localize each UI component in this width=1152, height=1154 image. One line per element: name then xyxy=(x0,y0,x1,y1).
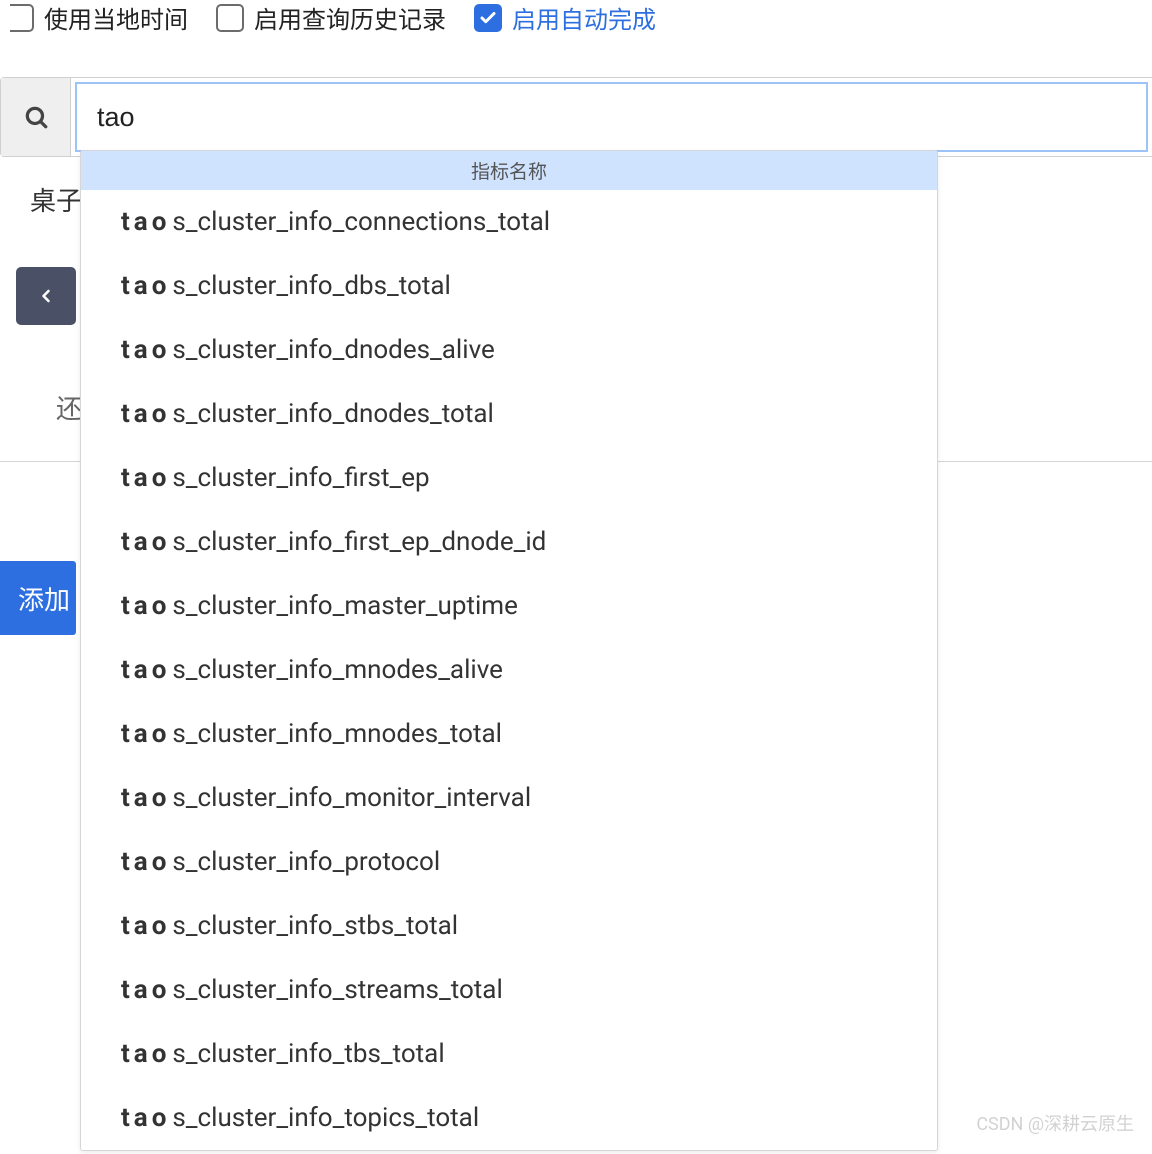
autocomplete-rest: s_cluster_info_protocol xyxy=(172,847,440,877)
autocomplete-item[interactable]: taos_cluster_info_monitor_interval xyxy=(81,766,937,830)
search-input[interactable] xyxy=(75,82,1148,152)
autocomplete-match: tao xyxy=(121,207,170,237)
autocomplete-item[interactable]: taos_cluster_info_stbs_total xyxy=(81,894,937,958)
autocomplete-rest: s_cluster_info_dnodes_alive xyxy=(172,335,494,365)
autocomplete-item[interactable]: taos_cluster_info_first_ep xyxy=(81,446,937,510)
chevron-left-icon xyxy=(36,286,56,306)
checkbox-use-local-time[interactable]: 使用当地时间 xyxy=(10,0,188,35)
autocomplete-item[interactable]: taos_cluster_info_dnodes_alive xyxy=(81,318,937,382)
autocomplete-rest: s_cluster_info_tbs_total xyxy=(172,1039,444,1069)
autocomplete-match: tao xyxy=(121,591,170,621)
autocomplete-rest: s_cluster_info_mnodes_total xyxy=(172,719,502,749)
autocomplete-rest: s_cluster_info_dnodes_total xyxy=(172,399,493,429)
checkbox-label: 使用当地时间 xyxy=(44,0,188,35)
autocomplete-item[interactable]: taos_cluster_info_tbs_total xyxy=(81,1022,937,1086)
autocomplete-item[interactable]: taos_cluster_info_protocol xyxy=(81,830,937,894)
autocomplete-item[interactable]: taos_cluster_info_connections_total xyxy=(81,190,937,254)
checkbox-icon xyxy=(10,4,34,32)
autocomplete-item[interactable]: taos_cluster_info_master_uptime xyxy=(81,574,937,638)
autocomplete-match: tao xyxy=(121,847,170,877)
autocomplete-match: tao xyxy=(121,527,170,557)
autocomplete-item[interactable]: taos_cluster_info_mnodes_total xyxy=(81,702,937,766)
autocomplete-rest: s_cluster_info_monitor_interval xyxy=(172,783,531,813)
autocomplete-item[interactable]: taos_cluster_info_topics_total xyxy=(81,1086,937,1150)
autocomplete-dropdown: 指标名称 taos_cluster_info_connections_total… xyxy=(80,150,938,1151)
underlay-text-fragment: 还 xyxy=(56,389,82,426)
autocomplete-match: tao xyxy=(121,655,170,685)
table-heading-fragment: 桌子 xyxy=(30,181,82,218)
autocomplete-rest: s_cluster_info_topics_total xyxy=(172,1103,479,1133)
search-row xyxy=(0,77,1152,157)
autocomplete-header: 指标名称 xyxy=(81,151,937,190)
checkbox-label: 启用自动完成 xyxy=(512,0,656,35)
search-input-wrap xyxy=(71,78,1152,156)
autocomplete-match: tao xyxy=(121,335,170,365)
autocomplete-rest: s_cluster_info_connections_total xyxy=(172,207,550,237)
autocomplete-rest: s_cluster_info_dbs_total xyxy=(172,271,450,301)
autocomplete-item[interactable]: taos_cluster_info_first_ep_dnode_id xyxy=(81,510,937,574)
autocomplete-match: tao xyxy=(121,399,170,429)
search-button[interactable] xyxy=(1,78,71,156)
search-icon xyxy=(23,104,49,130)
autocomplete-rest: s_cluster_info_first_ep xyxy=(172,463,429,493)
autocomplete-rest: s_cluster_info_stbs_total xyxy=(172,911,458,941)
autocomplete-match: tao xyxy=(121,1039,170,1069)
autocomplete-item[interactable]: taos_cluster_info_mnodes_alive xyxy=(81,638,937,702)
autocomplete-rest: s_cluster_info_streams_total xyxy=(172,975,502,1005)
autocomplete-match: tao xyxy=(121,463,170,493)
autocomplete-match: tao xyxy=(121,271,170,301)
autocomplete-match: tao xyxy=(121,783,170,813)
autocomplete-rest: s_cluster_info_master_uptime xyxy=(172,591,518,621)
autocomplete-match: tao xyxy=(121,975,170,1005)
checkbox-icon xyxy=(216,4,244,32)
options-bar: 使用当地时间 启用查询历史记录 启用自动完成 xyxy=(0,0,1152,41)
autocomplete-match: tao xyxy=(121,911,170,941)
back-button[interactable] xyxy=(16,267,76,325)
checkbox-label: 启用查询历史记录 xyxy=(254,0,446,35)
watermark: CSDN @深耕云原生 xyxy=(976,1110,1134,1136)
autocomplete-item[interactable]: taos_cluster_info_dnodes_total xyxy=(81,382,937,446)
autocomplete-rest: s_cluster_info_first_ep_dnode_id xyxy=(172,527,546,557)
autocomplete-item[interactable]: taos_cluster_info_dbs_total xyxy=(81,254,937,318)
autocomplete-item[interactable]: taos_cluster_info_streams_total xyxy=(81,958,937,1022)
autocomplete-list: taos_cluster_info_connections_totaltaos_… xyxy=(81,190,937,1150)
checkbox-enable-query-history[interactable]: 启用查询历史记录 xyxy=(216,0,446,35)
add-button[interactable]: 添加 xyxy=(0,561,76,635)
add-button-label: 添加 xyxy=(18,580,70,617)
autocomplete-match: tao xyxy=(121,1103,170,1133)
autocomplete-rest: s_cluster_info_mnodes_alive xyxy=(172,655,503,685)
checkbox-checked-icon xyxy=(474,4,502,32)
checkbox-enable-autocomplete[interactable]: 启用自动完成 xyxy=(474,0,656,35)
autocomplete-match: tao xyxy=(121,719,170,749)
